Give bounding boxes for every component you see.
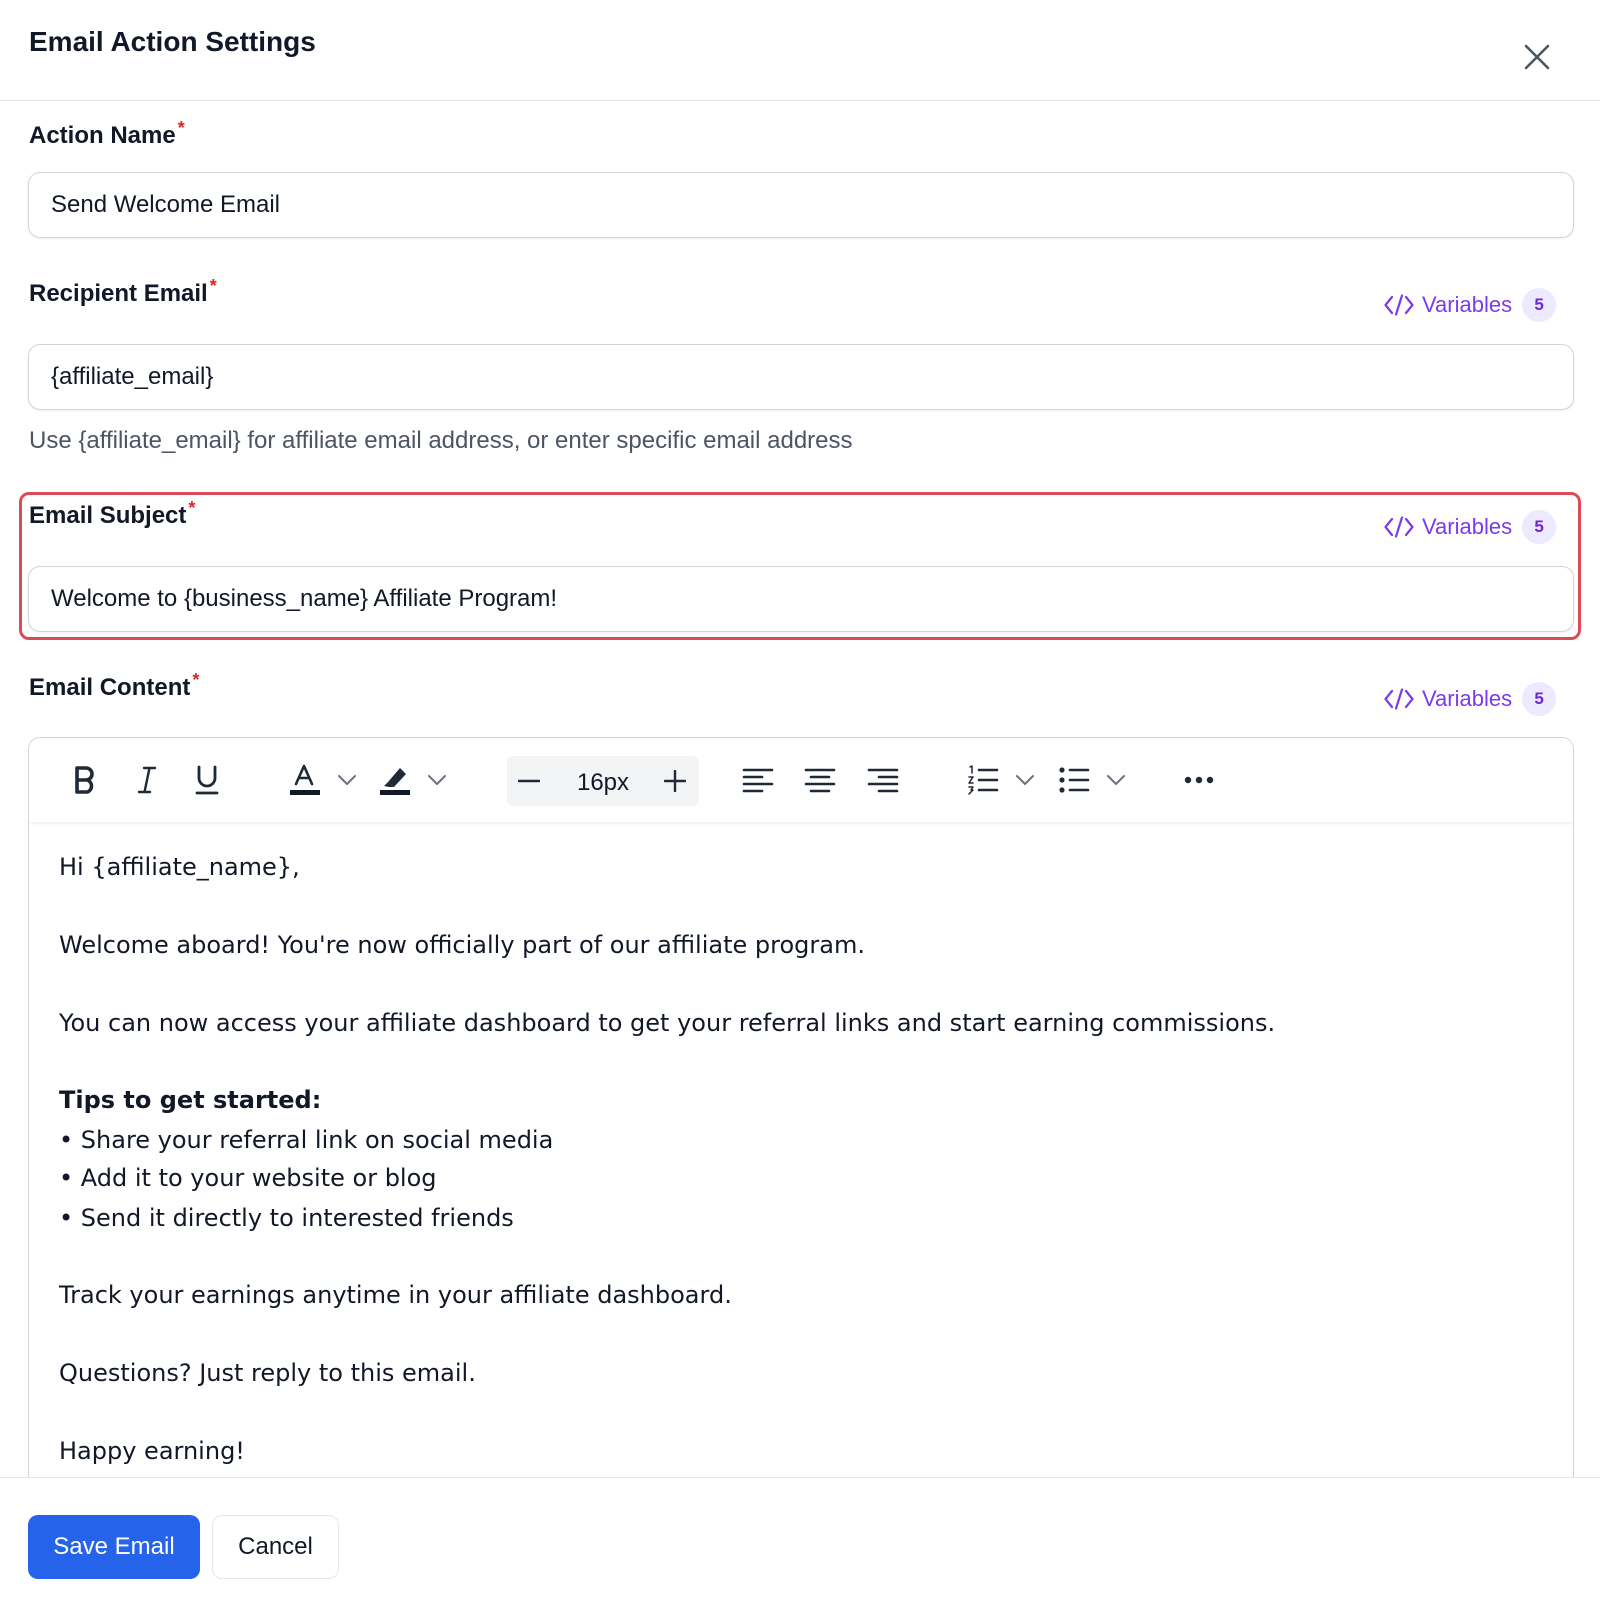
highlight-icon[interactable] <box>375 760 415 800</box>
modal-footer: Save Email Cancel <box>0 1477 1600 1607</box>
email-subject-input[interactable] <box>28 566 1574 632</box>
variables-label: Variables <box>1422 292 1513 317</box>
action-name-label-text: Action Name <box>29 122 176 149</box>
font-size-stepper: 16px <box>507 756 699 806</box>
chevron-down-icon[interactable] <box>333 760 361 800</box>
text-color-icon[interactable] <box>285 760 325 800</box>
required-mark: * <box>192 670 200 690</box>
variables-label: Variables <box>1422 686 1513 711</box>
bullet-list-icon[interactable] <box>1054 760 1094 800</box>
email-content-label-text: Email Content <box>29 674 191 701</box>
code-icon <box>1384 294 1414 316</box>
required-mark: * <box>177 118 185 138</box>
email-subject-label-text: Email Subject <box>29 502 187 529</box>
modal-header: Email Action Settings <box>0 0 1600 101</box>
content-line: Hi {affiliate_name}, <box>59 853 300 881</box>
content-line: You can now access your affiliate dashbo… <box>59 1009 1276 1037</box>
chevron-down-icon[interactable] <box>1102 760 1130 800</box>
editor-toolbar: 16px <box>29 738 1573 822</box>
code-icon <box>1384 688 1414 710</box>
close-icon[interactable] <box>1520 40 1554 74</box>
recipient-email-label: Recipient Email * <box>29 277 217 308</box>
email-content-label: Email Content * <box>29 671 199 702</box>
more-icon[interactable] <box>1179 760 1219 800</box>
chevron-down-icon[interactable] <box>1011 760 1039 800</box>
required-mark: * <box>209 276 217 296</box>
save-button[interactable]: Save Email <box>28 1515 200 1579</box>
action-name-label: Action Name * <box>29 119 185 150</box>
variables-count-badge: 5 <box>1522 288 1557 322</box>
recipient-variables-button[interactable]: Variables 5 <box>1384 287 1557 323</box>
rich-text-editor[interactable]: 16px Hi {affiliate_name}, Welcome aboard… <box>28 737 1574 1477</box>
align-right-icon[interactable] <box>863 760 903 800</box>
modal-title: Email Action Settings <box>29 26 316 57</box>
content-heading: Tips to get started: <box>59 1086 322 1114</box>
recipient-email-input[interactable] <box>28 344 1574 410</box>
content-line: Welcome aboard! You're now officially pa… <box>59 931 865 959</box>
email-subject-label: Email Subject * <box>29 499 195 530</box>
subject-variables-button[interactable]: Variables 5 <box>1384 509 1557 545</box>
action-name-input[interactable] <box>28 172 1574 238</box>
list-item: • Share your referral link on social med… <box>59 1126 554 1154</box>
recipient-email-hint: Use {affiliate_email} for affiliate emai… <box>29 427 853 454</box>
minus-icon[interactable] <box>509 761 549 801</box>
chevron-down-icon[interactable] <box>423 760 451 800</box>
content-line: Track your earnings anytime in your affi… <box>59 1281 732 1309</box>
italic-icon[interactable] <box>127 760 167 800</box>
content-variables-button[interactable]: Variables 5 <box>1384 681 1557 717</box>
content-line: Questions? Just reply to this email. <box>59 1359 476 1387</box>
variables-count-badge: 5 <box>1522 682 1557 716</box>
list-item: • Send it directly to interested friends <box>59 1204 514 1232</box>
required-mark: * <box>188 498 196 518</box>
align-center-icon[interactable] <box>800 760 840 800</box>
ordered-list-icon[interactable] <box>963 760 1003 800</box>
content-line: Happy earning! <box>59 1437 245 1465</box>
code-icon <box>1384 516 1414 538</box>
variables-label: Variables <box>1422 514 1513 539</box>
cancel-button[interactable]: Cancel <box>212 1515 339 1579</box>
list-item: • Add it to your website or blog <box>59 1164 437 1192</box>
underline-icon[interactable] <box>187 760 227 800</box>
recipient-email-label-text: Recipient Email <box>29 280 208 307</box>
plus-icon[interactable] <box>655 761 695 801</box>
variables-count-badge: 5 <box>1522 510 1557 544</box>
align-left-icon[interactable] <box>738 760 778 800</box>
bold-icon[interactable] <box>65 760 105 800</box>
